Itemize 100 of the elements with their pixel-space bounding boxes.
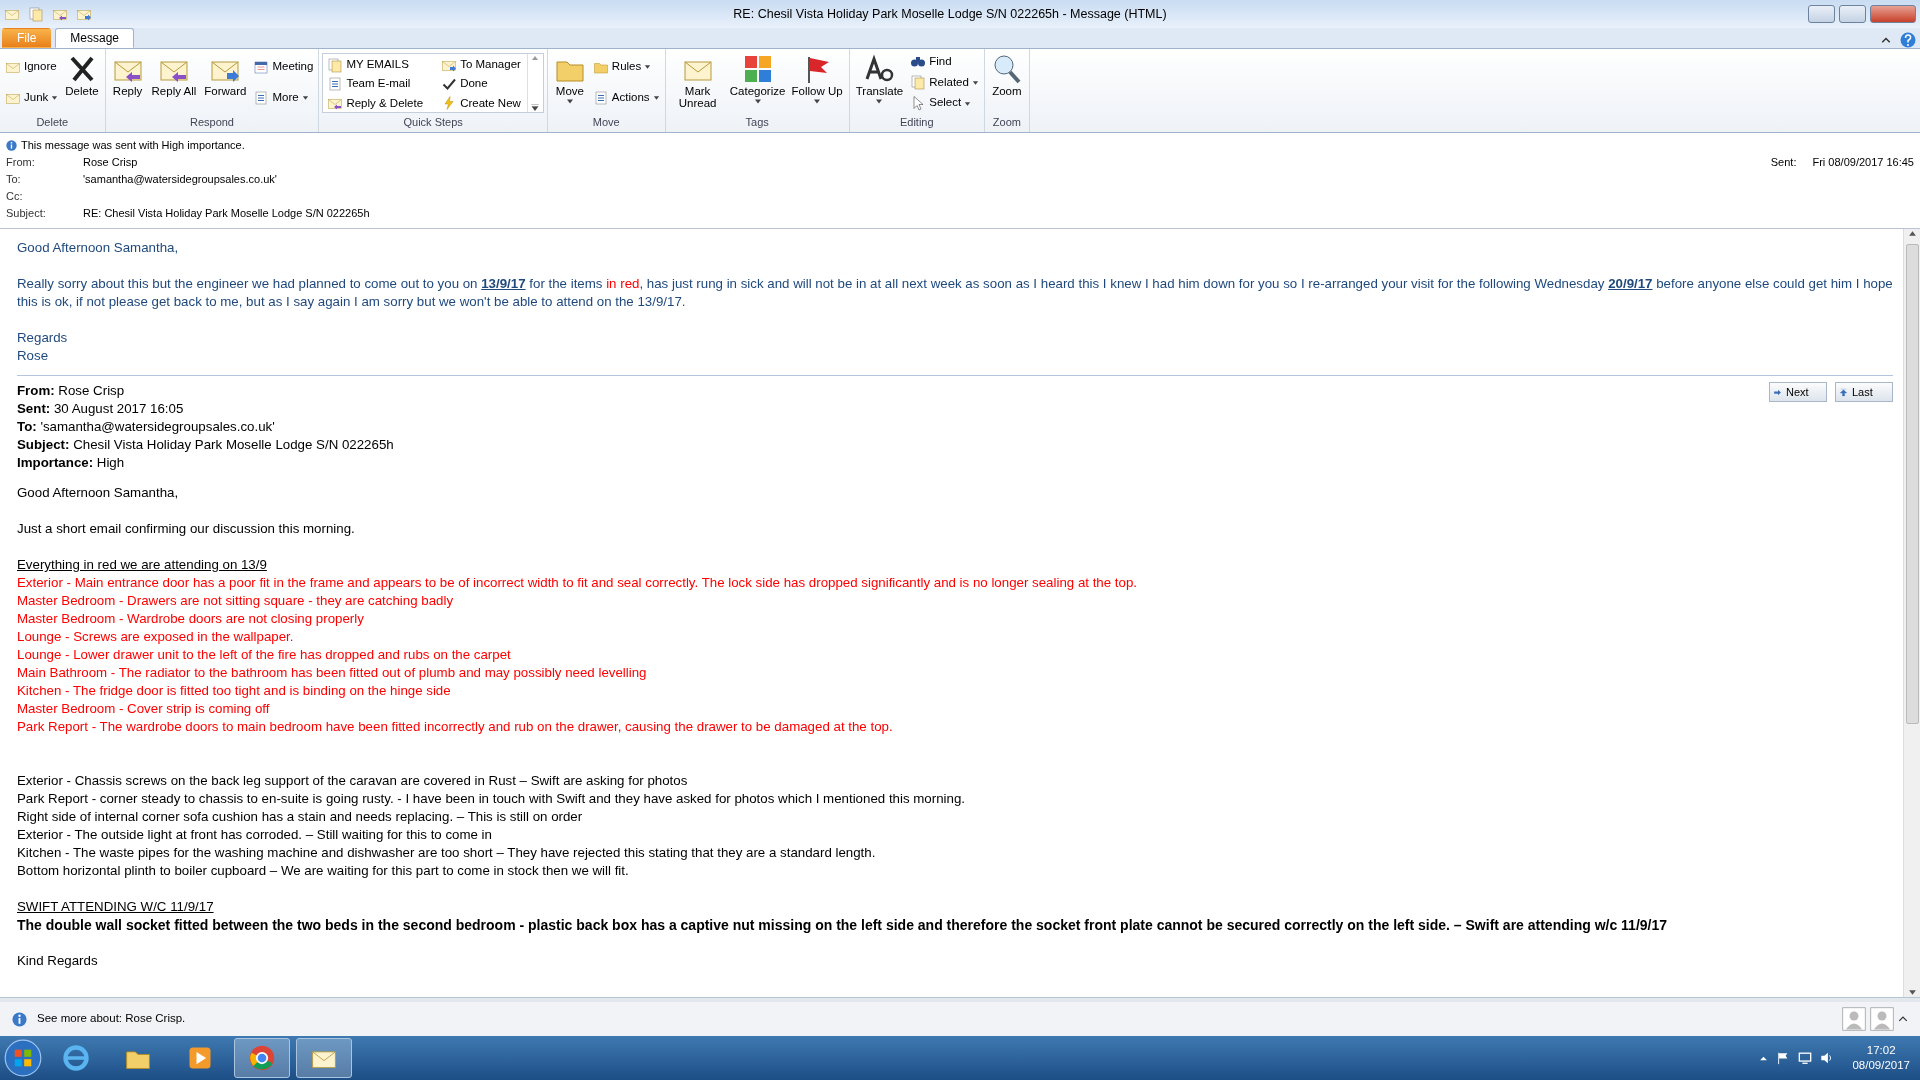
ribbon-button[interactable]: Ignore <box>3 57 61 77</box>
ribbon-button[interactable]: More <box>251 88 316 108</box>
field-value: 'samantha@watersidegroupsales.co.uk' <box>83 172 277 187</box>
ribbon-button[interactable]: Translate <box>852 51 907 114</box>
notice-line: The double wall socket fitted between the two beds in the second bedroom - plastic back box has a captive nut missing on the left side and therefore the socket front plate cannot be secured correctly on the left side. – Swift are attending w/c 11/9/17 <box>17 916 1669 934</box>
quoted-header-line: Subject: Chesil Vista Holiday Park Moselle Lodge S/N 022265h <box>17 436 394 454</box>
arrow-right-icon <box>1773 387 1782 397</box>
ribbon-button[interactable]: Meeting <box>251 57 316 77</box>
field-label: Sent: <box>1770 155 1797 170</box>
help-icon[interactable] <box>1900 32 1916 48</box>
date-link[interactable]: 20/9/17 <box>1608 276 1653 291</box>
group-label: Move <box>591 114 621 130</box>
ribbon-button[interactable]: MY EMAILS <box>325 55 426 75</box>
issue-line: Bottom horizontal plinth to boiler cupboard – We are waiting for this part to come in stock then we will fit. <box>17 862 630 880</box>
circle-logo-icon <box>248 1044 276 1072</box>
document-icon <box>910 74 927 91</box>
ribbon-button[interactable]: Reply & Delete <box>325 93 426 113</box>
date-link[interactable]: 13/9/17 <box>481 276 526 291</box>
group-label: Editing <box>898 114 935 130</box>
ribbon-button[interactable]: Create New <box>439 93 523 113</box>
ribbon-button[interactable]: Related <box>908 72 981 92</box>
issue-line: Master Bedroom - Cover strip is coming off <box>17 700 271 718</box>
caret-icon <box>964 99 972 107</box>
field-value: Rose Crisp <box>83 155 138 170</box>
ribbon-button[interactable]: Junk <box>3 88 61 108</box>
close-button[interactable] <box>1870 5 1916 23</box>
issue-line: Exterior - Chassis screws on the back leg support of the caravan are covered in Rust – Swift are asking for photos <box>17 772 689 790</box>
group-label: Quick Steps <box>402 114 464 130</box>
caret-icon <box>565 97 574 105</box>
issue-line: Exterior - Main entrance door has a poor fit in the frame and appears to be of incorrect width to fit and seal correctly. The lock side has dropped significantly and is no longer sealing at the top. <box>17 574 1139 592</box>
next-button[interactable]: Next <box>1769 382 1827 402</box>
taskbar-button[interactable] <box>296 1038 352 1078</box>
quoted-header-line: Importance: High <box>17 454 126 472</box>
monitor-icon[interactable] <box>1798 1051 1813 1065</box>
document-icon <box>327 75 344 92</box>
window-title: RE: Chesil Vista Holiday Park Moselle Lodge S/N 022265h - Message (HTML) <box>733 5 1167 23</box>
group-label: Zoom <box>991 114 1022 130</box>
ribbon-button[interactable]: Delete <box>62 51 102 114</box>
minimize-button[interactable] <box>1808 5 1835 23</box>
group-label: Respond <box>188 114 235 130</box>
field-label: Cc: <box>6 189 24 204</box>
ribbon-tab[interactable]: Message <box>55 28 135 48</box>
quoted-header-line: To: 'samantha@watersidegroupsales.co.uk' <box>17 418 276 436</box>
caret-icon <box>971 78 979 86</box>
scrollbar-thumb[interactable] <box>1905 244 1919 724</box>
text-line: Good Afternoon Samantha, <box>17 484 180 502</box>
importance-notice: This message was sent with High importance. <box>21 138 245 153</box>
issue-line: Master Bedroom - Wardrobe doors are not closing properly <box>17 610 365 628</box>
scroll-up-icon[interactable] <box>531 54 540 62</box>
ribbon-button[interactable]: Reply All <box>148 51 200 114</box>
ribbon-button[interactable]: Rules <box>590 57 662 77</box>
issue-line: Exterior - The outside light at front has corroded. – Still waiting for this to come in <box>17 826 493 844</box>
issue-line: Main Bathroom - The radiator to the bathroom has been fitted out of plumb and may possibly need levelling <box>17 664 648 682</box>
field-label: To: <box>6 172 22 187</box>
expand-icon[interactable] <box>1898 1014 1908 1024</box>
clock-time: 17:02 <box>1865 1043 1897 1058</box>
field-label: Subject: <box>6 206 47 221</box>
field-value: Fri 08/09/2017 16:45 <box>1812 155 1914 170</box>
more-icon[interactable] <box>530 102 541 112</box>
globe-icon <box>62 1044 90 1072</box>
message-paragraph: Really sorry about this but the engineer we had planned to come out to you on 13/9/17 for the items in red, has just rung in sick and will not be in at all next week as soon as I heard this I knew I had him down for you so I re-arranged your visit for the following Wednesday 20/9/17 before anyone else could get him I hope this is ok, if not please get back to me, but as I say again I am sorry but we won't be able to attend on the 13/9/17. <box>17 275 1893 311</box>
ribbon-button[interactable]: To Manager <box>439 55 523 75</box>
list-icon <box>253 89 270 106</box>
ribbon-button[interactable]: Forward <box>201 51 250 114</box>
field-label: From: <box>6 155 36 170</box>
caret-icon <box>51 94 59 102</box>
ribbon-button[interactable]: Move <box>550 51 589 114</box>
people-pane-text[interactable]: See more about: Rose Crisp. <box>37 1010 186 1028</box>
maximize-button[interactable] <box>1839 5 1866 23</box>
greeting-text: Good Afternoon Samantha, <box>17 239 180 257</box>
ribbon-button[interactable]: Zoom <box>987 51 1026 114</box>
text-line: Just a short email confirming our discussion this morning. <box>17 520 356 538</box>
ribbon-button[interactable]: Follow Up <box>788 51 846 114</box>
section-heading: Everything in red we are attending on 13/9 <box>17 556 268 574</box>
start-button-icon[interactable] <box>4 1039 42 1077</box>
issue-line: Lounge - Lower drawer unit to the left of the fire has dropped and rubs on the carpet <box>17 646 512 664</box>
ribbon-button[interactable]: Reply <box>108 51 147 114</box>
caret-icon <box>652 94 660 102</box>
issue-line: Park Report - corner steady to chassis to en-suite is going rusty. - I have been in touch with Swift and they have asked for photos which I mentioned this morning. <box>17 790 966 808</box>
arrow-up-icon <box>1839 387 1848 397</box>
issue-line: Right side of internal corner sofa cushion has a stain and needs replacing. – This is still on order <box>17 808 584 826</box>
ribbon-button[interactable]: Find <box>908 51 981 72</box>
ribbon-button[interactable]: Team E-mail <box>325 74 426 94</box>
caret-icon <box>644 63 652 71</box>
document-icon <box>327 56 344 73</box>
ribbon-button[interactable]: Mark Unread <box>668 51 727 114</box>
ribbon-button[interactable]: Select <box>908 93 981 113</box>
ribbon-button[interactable]: Done <box>439 74 523 94</box>
taskbar-button[interactable] <box>234 1038 290 1078</box>
issue-line: Master Bedroom - Drawers are not sitting square - they are catching badly <box>17 592 455 610</box>
ribbon-button[interactable]: Categorize <box>728 51 787 114</box>
quoted-header-line: From: Rose Crisp <box>17 382 126 400</box>
issue-line: Park Report - The wardrobe doors to main bedroom have been fitted incorrectly and rub on the drawer, causing the drawer to be damaged at the top. <box>17 718 894 736</box>
field-value: RE: Chesil Vista Holiday Park Moselle Lodge S/N 022265h <box>83 206 370 221</box>
last-button[interactable]: Last <box>1835 382 1893 402</box>
text-line: Kind Regards <box>17 952 99 970</box>
ribbon-button[interactable]: Actions <box>590 88 662 108</box>
info-icon <box>6 140 17 151</box>
group-label: Delete <box>35 114 70 130</box>
group-label: Tags <box>744 114 770 130</box>
